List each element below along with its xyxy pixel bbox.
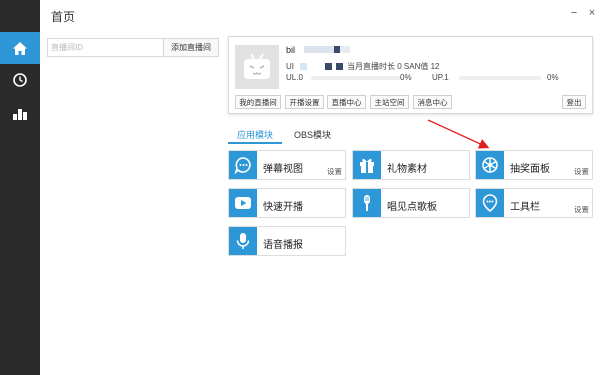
bar-chart-icon — [13, 109, 27, 120]
logout-button[interactable]: 登出 — [562, 95, 586, 109]
close-button[interactable]: × — [586, 6, 598, 20]
avatar — [235, 45, 279, 89]
add-room-button[interactable]: 添加直播间 — [163, 38, 219, 57]
active-tab-indicator — [228, 142, 282, 144]
microphone-icon — [236, 233, 250, 249]
wheel-icon — [482, 157, 498, 173]
home-icon — [13, 41, 27, 55]
module-label: 弹幕视图 — [263, 164, 303, 175]
minimize-button[interactable]: − — [568, 6, 580, 20]
module-gift-assets[interactable]: 礼物素材 — [352, 150, 470, 180]
module-label: 快速开播 — [263, 202, 303, 213]
my-room-button[interactable]: 我的直播间 — [235, 95, 281, 109]
up-progress-bar — [459, 76, 541, 80]
up-level: UP.1 — [432, 73, 449, 82]
module-label: 工具栏 — [510, 202, 540, 213]
module-settings-link[interactable]: 设置 — [327, 166, 342, 177]
module-label: 抽奖面板 — [510, 164, 550, 175]
up-percent: 0% — [547, 73, 559, 82]
masked-uid-block — [325, 63, 332, 70]
month-info: 当月直播时长 0 SAN值 12 — [347, 62, 440, 71]
ul-level: UL.0 — [286, 73, 303, 82]
masked-name — [304, 46, 334, 53]
module-icon-box — [229, 189, 257, 217]
module-settings-link[interactable]: 设置 — [574, 166, 589, 177]
play-icon — [235, 197, 251, 209]
main-space-button[interactable]: 主站空间 — [370, 95, 409, 109]
tab-app-modules[interactable]: 应用模块 — [237, 128, 273, 141]
module-label: 唱见点歌板 — [387, 202, 437, 213]
module-lottery-panel[interactable]: 抽奖面板 设置 — [475, 150, 593, 180]
ul-percent: 0% — [400, 73, 412, 82]
mic-stand-icon — [364, 195, 370, 211]
module-icon-box — [353, 151, 381, 179]
user-info-row: UI 当月直播时长 0 SAN值 12 — [286, 61, 439, 72]
live-center-button[interactable]: 直播中心 — [327, 95, 366, 109]
room-id-input[interactable] — [47, 38, 164, 57]
sidebar-item-history[interactable] — [0, 64, 40, 96]
module-label: 语音播报 — [263, 240, 303, 251]
sidebar-item-home[interactable] — [0, 32, 40, 64]
stream-settings-button[interactable]: 开播设置 — [285, 95, 324, 109]
tv-mascot-icon — [244, 53, 270, 79]
masked-name-tail — [340, 46, 350, 53]
user-card: bil UI 当月直播时长 0 SAN值 12 UL.0 0% UP.1 0% … — [228, 36, 593, 114]
uid-label: UI — [286, 62, 294, 71]
module-icon-box — [476, 151, 504, 179]
masked-uid — [300, 63, 307, 70]
message-center-button[interactable]: 消息中心 — [413, 95, 452, 109]
module-settings-link[interactable]: 设置 — [574, 204, 589, 215]
module-quick-stream[interactable]: 快速开播 — [228, 188, 346, 218]
module-icon-box — [353, 189, 381, 217]
module-icon-box — [229, 151, 257, 179]
tab-obs-modules[interactable]: OBS模块 — [294, 128, 331, 141]
module-voice-broadcast[interactable]: 语音播报 — [228, 226, 346, 256]
page-title: 首页 — [51, 10, 76, 24]
sidebar — [0, 0, 40, 375]
sidebar-item-stats[interactable] — [0, 98, 40, 130]
title-bar: 首页 − × — [40, 0, 600, 30]
module-label: 礼物素材 — [387, 164, 427, 175]
module-song-request[interactable]: 唱见点歌板 — [352, 188, 470, 218]
masked-uid-gap — [311, 63, 321, 70]
clock-icon — [13, 73, 27, 87]
masked-uid-block-2 — [336, 63, 343, 70]
user-name: bil — [286, 45, 296, 55]
chat-bubble-icon — [234, 157, 251, 174]
pin-icon — [482, 194, 498, 212]
module-icon-box — [229, 227, 257, 255]
ul-progress-bar — [311, 76, 401, 80]
module-toolbar[interactable]: 工具栏 设置 — [475, 188, 593, 218]
module-danmaku-view[interactable]: 弹幕视图 设置 — [228, 150, 346, 180]
gift-icon — [360, 158, 374, 173]
module-icon-box — [476, 189, 504, 217]
